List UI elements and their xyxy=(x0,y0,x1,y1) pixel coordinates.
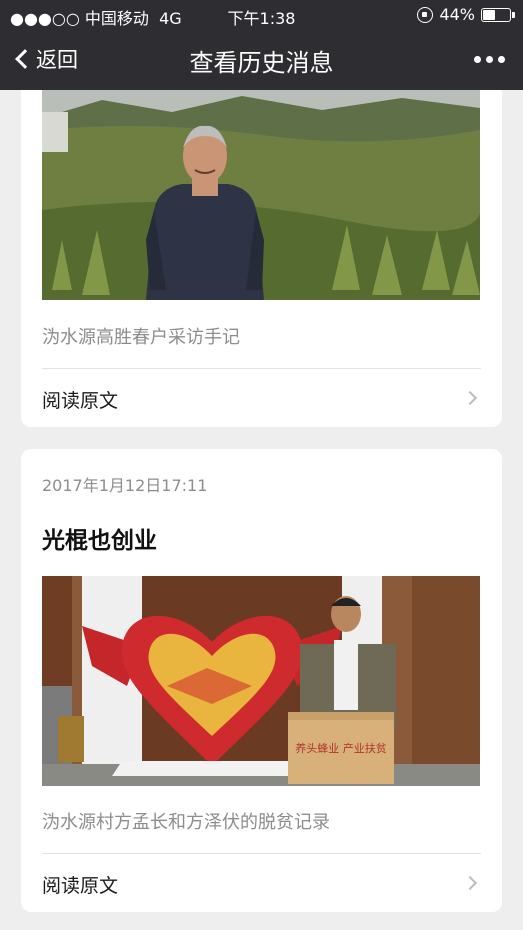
nav-bar: 返回 查看历史消息 xyxy=(0,30,523,90)
article-digest: 沩水源村方孟长和方泽伏的脱贫记录 xyxy=(42,812,330,833)
box-label: 养头蜂业 产业扶贫 xyxy=(295,741,387,755)
page-title: 查看历史消息 xyxy=(189,49,334,77)
more-dot-icon xyxy=(486,56,493,63)
battery-fill xyxy=(483,9,496,20)
divider xyxy=(42,853,481,854)
status-right: 44% xyxy=(417,5,515,24)
orientation-lock-icon xyxy=(417,6,434,23)
status-bar: ●●●○○ 中国移动 4G 下午1:38 44% xyxy=(0,0,523,30)
read-original-link[interactable]: 阅读原文 xyxy=(42,859,481,909)
read-original-label: 阅读原文 xyxy=(42,390,119,412)
read-original-link[interactable]: 阅读原文 xyxy=(42,374,481,424)
divider xyxy=(42,368,481,369)
beekeeper-photo: 养头蜂业 产业扶贫 xyxy=(42,576,480,786)
chevron-right-icon xyxy=(462,390,478,406)
battery-icon xyxy=(481,7,515,22)
article-cover-image[interactable] xyxy=(42,90,480,300)
battery-percent: 44% xyxy=(439,5,475,24)
article-title[interactable]: 光棍也创业 xyxy=(42,521,157,555)
read-original-label: 阅读原文 xyxy=(42,875,119,897)
farmer-photo xyxy=(42,90,480,300)
article-date: 2017年1月12日17:11 xyxy=(42,476,208,495)
article-card[interactable]: 沩水源高胜春户采访手记 阅读原文 xyxy=(21,90,502,427)
more-dot-icon xyxy=(498,56,505,63)
more-dot-icon xyxy=(474,56,481,63)
chevron-right-icon xyxy=(462,875,478,891)
article-digest: 沩水源高胜春户采访手记 xyxy=(42,327,240,348)
article-cover-image[interactable]: 养头蜂业 产业扶贫 xyxy=(42,576,480,786)
article-card[interactable]: 2017年1月12日17:11 光棍也创业 养头蜂业 产业扶贫 沩水源村方孟长和… xyxy=(21,449,502,912)
more-options-button[interactable] xyxy=(474,56,505,63)
